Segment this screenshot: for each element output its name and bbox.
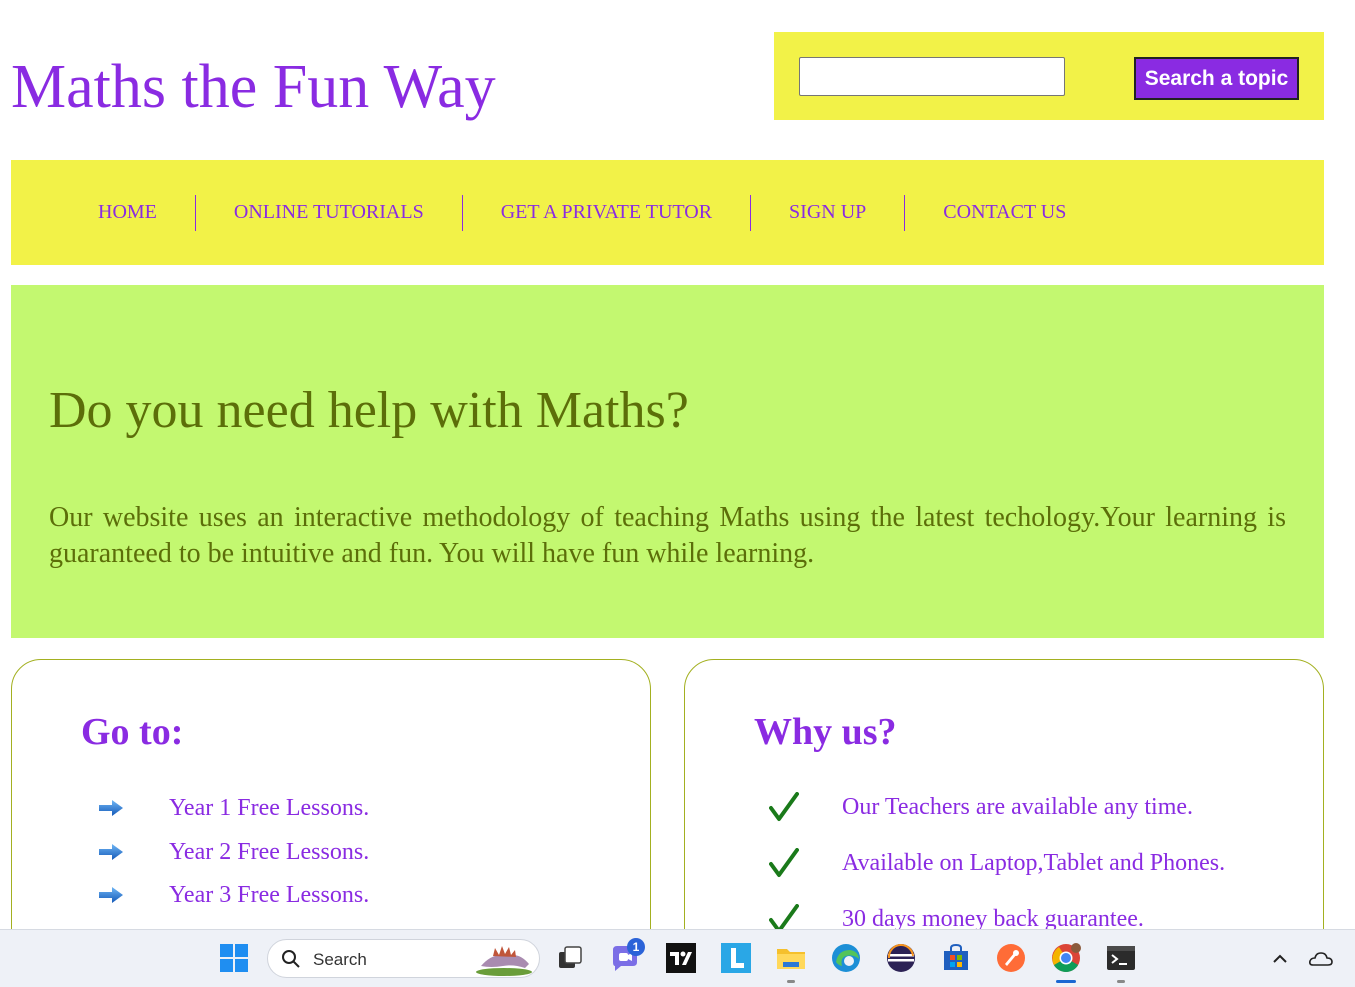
hero-heading: Do you need help with Maths? (49, 382, 689, 439)
why-us-item: Our Teachers are available any time. (769, 790, 1193, 824)
chrome-icon[interactable] (1050, 942, 1082, 974)
task-view-icon[interactable] (554, 942, 586, 974)
arrow-right-icon (99, 887, 123, 903)
main-nav: HOME ONLINE TUTORIALS GET A PRIVATE TUTO… (11, 160, 1324, 265)
taskbar-search[interactable]: Search (267, 939, 540, 978)
hero-section: Do you need help with Maths? Our website… (11, 285, 1324, 638)
running-indicator (1117, 980, 1125, 983)
nav-item-sign-up[interactable]: SIGN UP (751, 194, 906, 231)
notification-badge: 1 (627, 938, 645, 956)
goto-item-label[interactable]: Year 3 Free Lessons. (169, 882, 369, 909)
search-icon (282, 950, 300, 968)
active-indicator (1056, 980, 1076, 983)
why-us-heading: Why us? (754, 711, 897, 753)
why-us-item-label: Our Teachers are available any time. (842, 793, 1194, 820)
site-title: Maths the Fun Way (11, 53, 496, 121)
search-button[interactable]: Search a topic (1134, 57, 1299, 100)
search-input[interactable] (799, 57, 1065, 96)
hero-text: Our website uses an interactive methodol… (49, 502, 1286, 569)
tradingview-icon[interactable] (665, 942, 697, 974)
goto-heading: Go to: (81, 711, 184, 753)
goto-item-year-3[interactable]: Year 3 Free Lessons. (98, 880, 369, 910)
windows-start-icon[interactable] (218, 942, 250, 974)
dinosaur-icon (476, 946, 532, 976)
checkmark-icon (769, 848, 799, 877)
l-app-icon[interactable] (720, 942, 752, 974)
search-panel: Search a topic (774, 32, 1324, 120)
arrow-right-icon (99, 844, 123, 860)
goto-item-year-1[interactable]: Year 1 Free Lessons. (98, 793, 369, 823)
taskbar-search-label: Search (313, 950, 367, 969)
goto-item-year-2[interactable]: Year 2 Free Lessons. (98, 837, 369, 867)
running-indicator (787, 980, 795, 983)
why-us-item: Available on Laptop,Tablet and Phones. (769, 846, 1225, 880)
taskbar: Search 1 (0, 929, 1355, 987)
nav-item-home[interactable]: HOME (60, 194, 196, 231)
arrow-right-icon (99, 800, 123, 816)
terminal-icon[interactable] (1105, 942, 1137, 974)
goto-item-label[interactable]: Year 2 Free Lessons. (169, 839, 369, 866)
eclipse-icon[interactable] (885, 942, 917, 974)
file-explorer-icon[interactable] (775, 942, 807, 974)
nav-item-contact-us[interactable]: CONTACT US (905, 195, 1104, 231)
microsoft-store-icon[interactable] (940, 942, 972, 974)
postman-icon[interactable] (995, 942, 1027, 974)
checkmark-icon (769, 792, 799, 821)
onedrive-icon[interactable] (1308, 946, 1334, 972)
nav-item-private-tutor[interactable]: GET A PRIVATE TUTOR (463, 194, 752, 231)
why-us-item-label: Available on Laptop,Tablet and Phones. (842, 849, 1226, 876)
goto-item-label[interactable]: Year 1 Free Lessons. (169, 795, 369, 822)
chevron-up-icon[interactable] (1268, 947, 1292, 971)
nav-item-online-tutorials[interactable]: ONLINE TUTORIALS (196, 194, 463, 231)
edge-icon[interactable] (830, 942, 862, 974)
